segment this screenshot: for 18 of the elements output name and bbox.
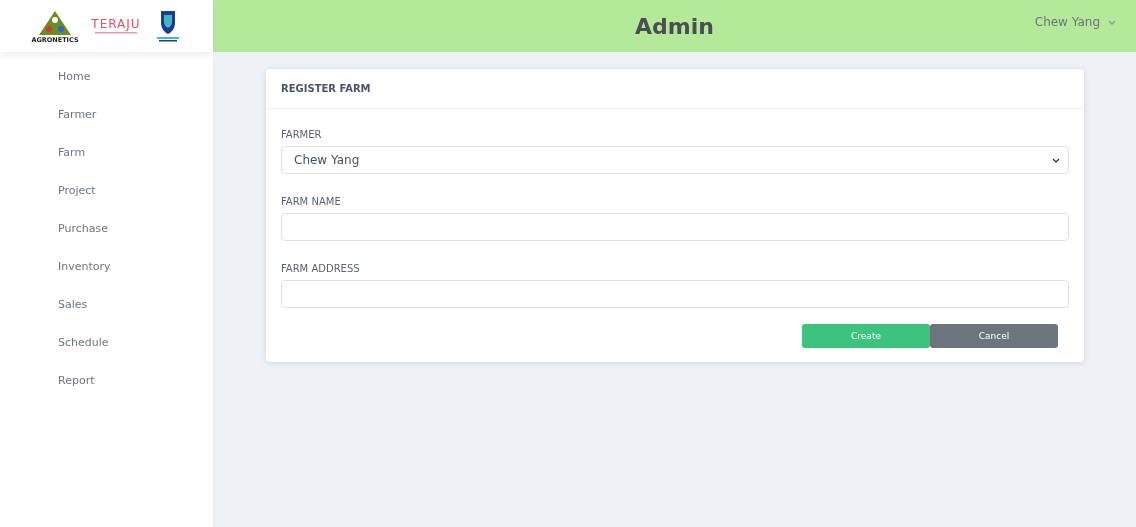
field-label: FARMER <box>281 129 323 140</box>
sidebar-item[interactable]: Farmer <box>0 108 213 146</box>
sidebar-item[interactable]: Purchase <box>0 222 213 260</box>
farmer-select[interactable]: Chew Yang <box>281 146 1069 174</box>
sidebar-item[interactable]: Project <box>0 184 213 222</box>
card-title: REGISTER FARM <box>281 83 371 94</box>
sidebar-item[interactable]: Farm <box>0 146 213 184</box>
user-menu[interactable]: Chew Yang <box>1028 14 1122 30</box>
field-label: FARM ADDRESS <box>281 263 361 274</box>
sidebar-item[interactable]: Schedule <box>0 336 213 374</box>
sidebar-item[interactable]: Inventory <box>0 260 213 298</box>
sidebar-item[interactable]: Report <box>0 374 213 412</box>
cancel-button[interactable]: Cancel <box>930 324 1058 348</box>
sidebar-item[interactable]: Sales <box>0 298 213 336</box>
teraju-logo-drawing: TERAJU <box>86 15 145 37</box>
field-label: FARM NAME <box>281 196 342 207</box>
sidebar-item[interactable]: Home <box>0 70 213 108</box>
page-title: Admin <box>635 13 714 39</box>
